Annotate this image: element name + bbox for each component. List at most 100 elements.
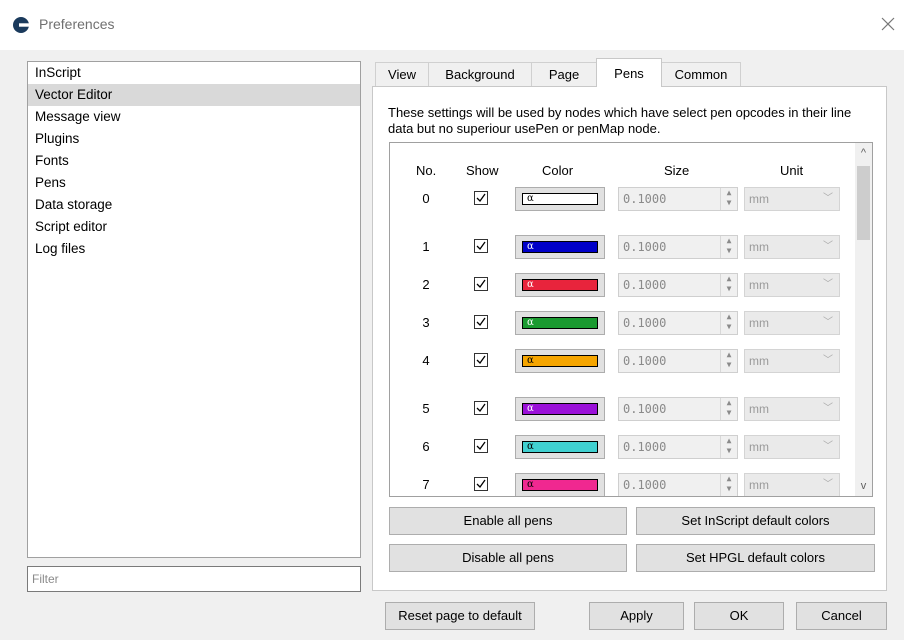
pen-color-button[interactable]: α bbox=[515, 235, 605, 259]
spin-arrows-icon[interactable]: ▲ ▼ bbox=[720, 350, 737, 372]
sidebar-item-message-view[interactable]: Message view bbox=[28, 106, 360, 128]
pen-size-spinbox[interactable]: 0.1000 ▲ ▼ bbox=[618, 273, 738, 297]
show-pen-checkbox[interactable] bbox=[474, 191, 488, 205]
pen-unit-value: mm bbox=[749, 354, 769, 368]
pen-color-button[interactable]: α bbox=[515, 473, 605, 496]
sidebar-item-pens[interactable]: Pens bbox=[28, 172, 360, 194]
pen-number: 3 bbox=[422, 315, 430, 330]
alpha-label: α bbox=[527, 403, 534, 414]
show-pen-checkbox[interactable] bbox=[474, 277, 488, 291]
pen-color-button[interactable]: α bbox=[515, 397, 605, 421]
scroll-down-arrow-icon[interactable]: v bbox=[855, 480, 872, 492]
checkmark-icon bbox=[476, 279, 486, 289]
app-logo-icon bbox=[13, 17, 29, 33]
pens-tab-panel: These settings will be used by nodes whi… bbox=[372, 86, 887, 591]
tab-view[interactable]: View bbox=[375, 62, 429, 87]
reset-page-button[interactable]: Reset page to default bbox=[385, 602, 535, 630]
pen-color-button[interactable]: α bbox=[515, 311, 605, 335]
show-pen-checkbox[interactable] bbox=[474, 353, 488, 367]
filter-input[interactable] bbox=[27, 566, 361, 592]
pen-unit-select[interactable]: mm ﹀ bbox=[744, 311, 840, 335]
spin-arrows-icon[interactable]: ▲ ▼ bbox=[720, 312, 737, 334]
show-pen-checkbox[interactable] bbox=[474, 315, 488, 329]
pen-unit-select[interactable]: mm ﹀ bbox=[744, 397, 840, 421]
scroll-thumb[interactable] bbox=[857, 166, 870, 240]
sidebar-item-log-files[interactable]: Log files bbox=[28, 238, 360, 260]
pen-size-value: 0.1000 bbox=[623, 478, 667, 492]
checkmark-icon bbox=[476, 355, 486, 365]
window-title: Preferences bbox=[39, 16, 115, 32]
pen-size-spinbox[interactable]: 0.1000 ▲ ▼ bbox=[618, 311, 738, 335]
pen-color-button[interactable]: α bbox=[515, 273, 605, 297]
checkmark-icon bbox=[476, 403, 486, 413]
pen-row: 4 α 0.1000 ▲ ▼ mm ﹀ bbox=[390, 349, 850, 373]
checkmark-icon bbox=[476, 241, 486, 251]
tab-page[interactable]: Page bbox=[531, 62, 597, 87]
pen-unit-select[interactable]: mm ﹀ bbox=[744, 187, 840, 211]
sidebar-item-script-editor[interactable]: Script editor bbox=[28, 216, 360, 238]
pen-unit-select[interactable]: mm ﹀ bbox=[744, 273, 840, 297]
show-pen-checkbox[interactable] bbox=[474, 239, 488, 253]
cancel-button[interactable]: Cancel bbox=[796, 602, 887, 630]
pen-color-button[interactable]: α bbox=[515, 435, 605, 459]
scroll-up-arrow-icon[interactable]: ^ bbox=[855, 147, 872, 159]
pen-number: 5 bbox=[422, 401, 430, 416]
tab-background[interactable]: Background bbox=[428, 62, 532, 87]
spin-arrows-icon[interactable]: ▲ ▼ bbox=[720, 474, 737, 496]
pen-color-button[interactable]: α bbox=[515, 187, 605, 211]
pen-unit-select[interactable]: mm ﹀ bbox=[744, 473, 840, 496]
pen-unit-select[interactable]: mm ﹀ bbox=[744, 349, 840, 373]
show-pen-checkbox[interactable] bbox=[474, 401, 488, 415]
pen-unit-value: mm bbox=[749, 192, 769, 206]
alpha-label: α bbox=[527, 441, 534, 452]
pen-size-spinbox[interactable]: 0.1000 ▲ ▼ bbox=[618, 187, 738, 211]
chevron-down-icon: ﹀ bbox=[823, 317, 833, 328]
header-no: No. bbox=[416, 163, 437, 178]
tab-pens[interactable]: Pens bbox=[596, 58, 662, 87]
disable-all-pens-button[interactable]: Disable all pens bbox=[389, 544, 627, 572]
pen-size-value: 0.1000 bbox=[623, 316, 667, 330]
sidebar-item-inscript[interactable]: InScript bbox=[28, 62, 360, 84]
sidebar-item-fonts[interactable]: Fonts bbox=[28, 150, 360, 172]
set-inscript-default-colors-button[interactable]: Set InScript default colors bbox=[636, 507, 875, 535]
pen-size-spinbox[interactable]: 0.1000 ▲ ▼ bbox=[618, 473, 738, 496]
apply-button[interactable]: Apply bbox=[589, 602, 684, 630]
close-window-button[interactable] bbox=[878, 12, 898, 36]
enable-all-pens-button[interactable]: Enable all pens bbox=[389, 507, 627, 535]
pen-table-scroll-area[interactable]: No. Show Color Size Unit 0 α 0.1000 ▲ ▼ mm ﹀ 1 α… bbox=[389, 142, 873, 497]
pen-size-spinbox[interactable]: 0.1000 ▲ ▼ bbox=[618, 235, 738, 259]
pen-color-button[interactable]: α bbox=[515, 349, 605, 373]
pen-row: 7 α 0.1000 ▲ ▼ mm ﹀ bbox=[390, 473, 850, 496]
color-swatch: α bbox=[522, 279, 598, 291]
title-bar: Preferences bbox=[0, 0, 904, 50]
pen-row: 5 α 0.1000 ▲ ▼ mm ﹀ bbox=[390, 397, 850, 421]
pen-size-spinbox[interactable]: 0.1000 ▲ ▼ bbox=[618, 397, 738, 421]
checkmark-icon bbox=[476, 317, 486, 327]
pen-size-value: 0.1000 bbox=[623, 354, 667, 368]
chevron-down-icon: ﹀ bbox=[823, 241, 833, 252]
spin-arrows-icon[interactable]: ▲ ▼ bbox=[720, 436, 737, 458]
pen-size-spinbox[interactable]: 0.1000 ▲ ▼ bbox=[618, 435, 738, 459]
pen-unit-select[interactable]: mm ﹀ bbox=[744, 235, 840, 259]
spin-arrows-icon[interactable]: ▲ ▼ bbox=[720, 274, 737, 296]
pens-description: These settings will be used by nodes whi… bbox=[388, 105, 852, 136]
set-hpgl-default-colors-button[interactable]: Set HPGL default colors bbox=[636, 544, 875, 572]
pen-size-value: 0.1000 bbox=[623, 192, 667, 206]
pen-size-value: 0.1000 bbox=[623, 278, 667, 292]
ok-button[interactable]: OK bbox=[694, 602, 784, 630]
sidebar-item-vector-editor[interactable]: Vector Editor bbox=[28, 84, 360, 106]
spin-arrows-icon[interactable]: ▲ ▼ bbox=[720, 236, 737, 258]
sidebar-item-plugins[interactable]: Plugins bbox=[28, 128, 360, 150]
show-pen-checkbox[interactable] bbox=[474, 439, 488, 453]
pen-size-spinbox[interactable]: 0.1000 ▲ ▼ bbox=[618, 349, 738, 373]
vertical-scrollbar[interactable]: ^ v bbox=[855, 143, 872, 496]
sidebar-item-data-storage[interactable]: Data storage bbox=[28, 194, 360, 216]
header-color: Color bbox=[542, 163, 574, 178]
spin-arrows-icon[interactable]: ▲ ▼ bbox=[720, 398, 737, 420]
pen-unit-select[interactable]: mm ﹀ bbox=[744, 435, 840, 459]
tab-common[interactable]: Common bbox=[661, 62, 741, 87]
category-list[interactable]: InScript Vector Editor Message view Plug… bbox=[27, 61, 361, 558]
pen-row: 2 α 0.1000 ▲ ▼ mm ﹀ bbox=[390, 273, 850, 297]
show-pen-checkbox[interactable] bbox=[474, 477, 488, 491]
spin-arrows-icon[interactable]: ▲ ▼ bbox=[720, 188, 737, 210]
